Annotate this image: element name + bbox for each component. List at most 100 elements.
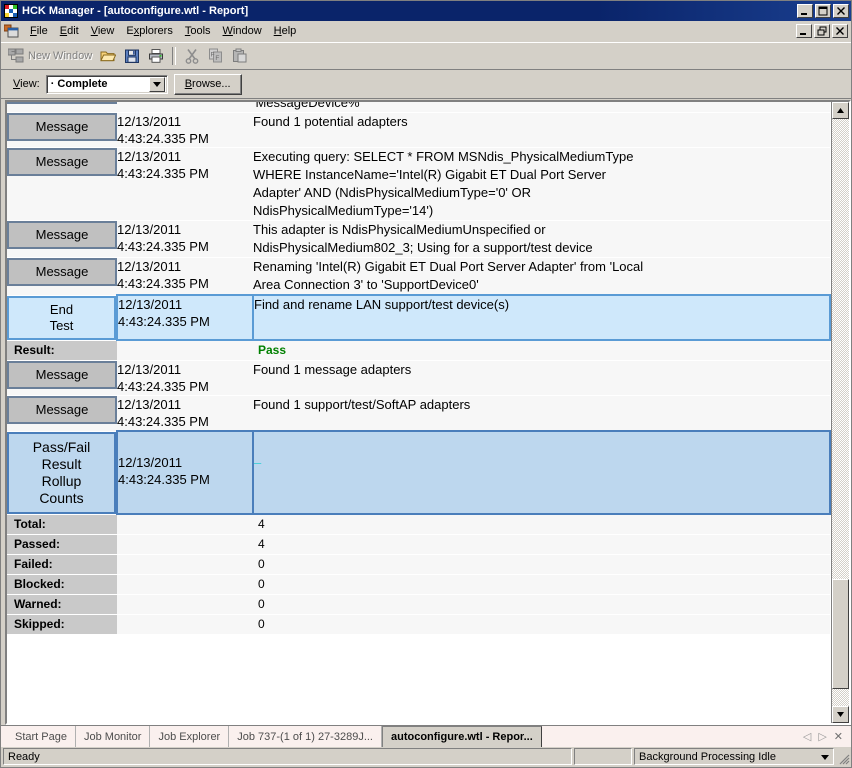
hck-manager-window: HCK Manager - [autoconfigure.wtl - Repor… [0, 0, 852, 768]
row-type-cell: End Test [7, 295, 117, 341]
tab-next-icon[interactable]: ▷ [818, 730, 826, 743]
summary-value: 0 [253, 554, 830, 575]
table-row[interactable]: Message 12/13/2011 4:43:24.335 PM Found 1 … [7, 395, 830, 432]
svg-text:F: F [211, 52, 215, 59]
new-window-button: New Window [5, 45, 95, 67]
summary-value: 0 [253, 614, 830, 635]
menu-item-window[interactable]: Window [217, 23, 268, 39]
row-type-badge: Message [7, 102, 117, 104]
rollup-dash: – [254, 455, 262, 470]
summary-blank [117, 574, 253, 595]
row-message: NetEnabled='TRUE' AND NOT NetConnectionI… [253, 102, 830, 113]
row-message: – [252, 430, 831, 515]
report-content-area: Message NetEnabled='TRUE' AND NOT NetConn… [1, 99, 851, 725]
row-type-cell: Message [7, 112, 117, 148]
table-row[interactable]: Pass/Fail Result Rollup Counts 12/13/2011… [7, 430, 831, 515]
table-row[interactable]: Message 12/13/2011 4:43:24.335 PM This ada… [7, 220, 830, 258]
summary-value: 0 [253, 594, 830, 615]
row-type-cell: Message [7, 360, 117, 396]
hck-grid-icon [4, 4, 18, 18]
maximize-button[interactable] [815, 4, 831, 18]
report-vertical-scrollbar[interactable] [831, 102, 849, 723]
scroll-up-button[interactable] [832, 102, 849, 119]
menu-item-explorers[interactable]: Explorers [120, 23, 178, 39]
resize-grip[interactable] [836, 748, 850, 765]
status-pane-spacer [574, 748, 632, 765]
document-tab[interactable]: autoconfigure.wtl - Repor... [381, 726, 542, 747]
row-message: This adapter is NdisPhysicalMediumUnspec… [253, 220, 830, 258]
new-window-label: New Window [28, 50, 93, 62]
report-summary-row: Total: 4 [7, 514, 830, 535]
row-type-cell: Pass/Fail Result Rollup Counts [7, 431, 117, 515]
row-timestamp [117, 102, 253, 113]
new-window-icon [7, 48, 24, 64]
menu-item-edit[interactable]: Edit [54, 23, 85, 39]
view-select[interactable]: · Complete [45, 74, 168, 94]
table-row[interactable]: Message 12/13/2011 4:43:24.335 PM Renaming… [7, 257, 830, 296]
row-timestamp: 12/13/2011 4:43:24.335 PM [117, 360, 253, 396]
save-button[interactable] [121, 45, 143, 67]
chevron-down-icon[interactable] [148, 76, 165, 92]
tab-close-icon[interactable]: ✕ [834, 730, 843, 743]
table-row[interactable]: End Test 12/13/2011 4:43:24.335 PM Find an… [7, 294, 831, 341]
document-tab[interactable]: Job Monitor [76, 726, 151, 747]
browse-button[interactable]: Browse... [173, 73, 242, 95]
scroll-down-button[interactable] [832, 706, 849, 723]
summary-blank [117, 594, 253, 615]
menu-item-tools[interactable]: Tools [179, 23, 217, 39]
copy-icon: F F [208, 48, 224, 64]
report-summary-row: Skipped: 0 [7, 614, 830, 635]
mdi-window-controls [796, 24, 851, 38]
row-type-badge: Message [7, 148, 117, 176]
printer-icon [148, 48, 164, 64]
tabstrip-nav: ◁ ▷ ✕ [799, 726, 851, 747]
tabstrip-spacer [542, 726, 799, 747]
summary-blank [117, 340, 253, 361]
scissors-icon [184, 48, 200, 64]
report-summary-row: Failed: 0 [7, 554, 830, 575]
row-type-cell: Message [7, 102, 117, 113]
row-timestamp: 12/13/2011 4:43:24.335 PM [116, 294, 254, 341]
row-message: Found 1 message adapters [253, 360, 830, 396]
row-type-cell: Message [7, 257, 117, 296]
menu-item-help[interactable]: Help [268, 23, 303, 39]
close-button[interactable] [833, 4, 849, 18]
row-timestamp: 12/13/2011 4:43:24.335 PM [117, 220, 253, 258]
window-controls [797, 4, 849, 18]
table-row[interactable]: Message 12/13/2011 4:43:24.335 PM Found 1 … [7, 112, 830, 148]
table-row[interactable]: Message 12/13/2011 4:43:24.335 PM Found 1 … [7, 360, 830, 396]
view-toolbar: View: · Complete Browse... [1, 70, 851, 99]
row-timestamp: 12/13/2011 4:43:24.335 PM [117, 395, 253, 432]
scrollbar-thumb[interactable] [832, 579, 849, 689]
row-timestamp: 12/13/2011 4:43:24.335 PM [117, 257, 253, 296]
scrollbar-track[interactable] [832, 119, 849, 706]
menu-item-file[interactable]: File [24, 23, 54, 39]
document-tab[interactable]: Job 737-(1 of 1) 27-3289J... [229, 726, 382, 747]
statusbar: Ready Background Processing Idle [1, 747, 851, 767]
background-task-pane[interactable]: Background Processing Idle [634, 748, 834, 765]
menu-item-view[interactable]: View [85, 23, 121, 39]
print-button[interactable] [145, 45, 167, 67]
minimize-button[interactable] [797, 4, 813, 18]
summary-value: 4 [253, 534, 830, 555]
row-message: Renaming 'Intel(R) Gigabit ET Dual Port … [253, 257, 830, 296]
paste-button [229, 45, 251, 67]
mdi-minimize-button[interactable] [796, 24, 812, 38]
tab-prev-icon[interactable]: ◁ [803, 730, 811, 743]
summary-blank [117, 554, 253, 575]
mdi-restore-button[interactable] [814, 24, 830, 38]
document-tab[interactable]: Job Explorer [150, 726, 230, 747]
background-task-chevron-icon[interactable] [821, 751, 829, 763]
row-timestamp: 12/13/2011 4:43:24.335 PM [117, 112, 253, 148]
row-type-cell: Message [7, 220, 117, 258]
mdi-child-icon[interactable] [3, 24, 19, 38]
open-button[interactable] [97, 45, 119, 67]
table-row[interactable]: Message 12/13/2011 4:43:24.335 PM Executin… [7, 147, 830, 221]
summary-blank [117, 534, 253, 555]
document-tab[interactable]: Start Page [7, 726, 76, 747]
window-titlebar: HCK Manager - [autoconfigure.wtl - Repor… [1, 1, 851, 21]
mdi-close-button[interactable] [832, 24, 848, 38]
row-type-badge: Message [7, 113, 117, 141]
status-message: Ready [3, 748, 572, 765]
table-row[interactable]: Message NetEnabled='TRUE' AND NOT NetConn… [7, 102, 830, 113]
